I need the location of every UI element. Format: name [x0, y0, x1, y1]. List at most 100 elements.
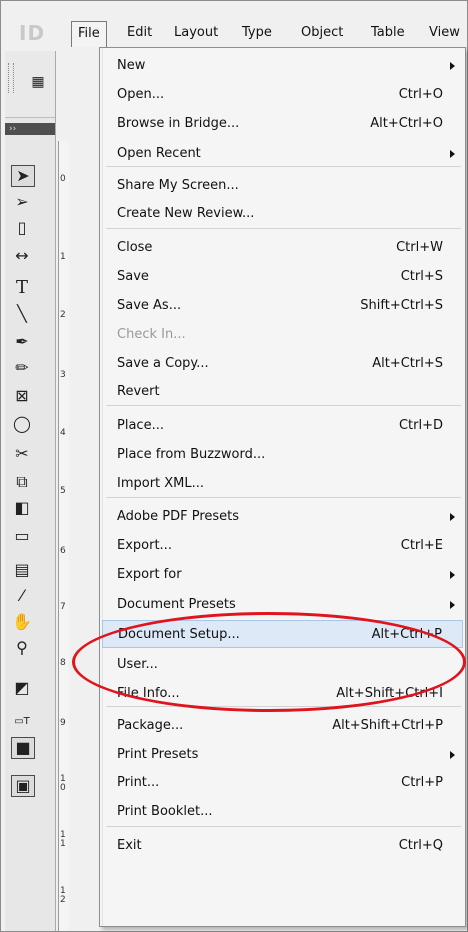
menu-item-label: Place from Buzzword...: [117, 447, 266, 462]
submenu-arrow-icon: [450, 571, 455, 579]
selection-tool-icon[interactable]: ➤: [11, 165, 35, 187]
menu-item-label: Save As...: [117, 298, 182, 313]
free-transform-tool-icon[interactable]: ⧉: [11, 471, 33, 493]
menu-item-import-xml[interactable]: Import XML...: [100, 470, 465, 498]
menu-item-label: Export for: [117, 567, 182, 582]
ruler-number: 2: [60, 310, 66, 320]
reference-point-icon[interactable]: ▦: [27, 71, 49, 93]
rectangle-frame-tool-icon[interactable]: ⊠: [11, 385, 33, 407]
menu-item-label: Close: [117, 240, 153, 255]
ruler-number: 4: [60, 428, 66, 438]
submenu-arrow-icon: [450, 62, 455, 70]
menu-item-open[interactable]: Open... Ctrl+O: [100, 81, 465, 109]
menu-item-label: Document Presets: [117, 597, 236, 612]
ellipse-tool-icon[interactable]: ◯: [11, 413, 33, 435]
menu-item-print-booklet[interactable]: Print Booklet...: [100, 798, 465, 826]
menu-layout[interactable]: Layout: [168, 21, 224, 45]
menu-item-label: New: [117, 58, 146, 73]
menu-view[interactable]: View: [423, 21, 466, 45]
ruler-number: 1: [60, 252, 66, 262]
menu-item-shortcut: Alt+Ctrl+O: [370, 116, 443, 131]
menu-item-export[interactable]: Export... Ctrl+E: [100, 532, 465, 560]
menu-item-label: Revert: [117, 384, 160, 399]
panel-collapse-bar[interactable]: ››: [5, 123, 55, 135]
menu-file[interactable]: File: [71, 21, 107, 47]
ruler-number: 1 1: [60, 830, 66, 849]
menu-item-shortcut: Ctrl+P: [401, 775, 443, 790]
formatting-container-icon[interactable]: ▭T: [11, 711, 33, 733]
menu-item-label: File Info...: [117, 686, 180, 701]
vertical-ruler: 0 1 2 3 4 5 6 7 8 9 1 0 1 1 1 2: [58, 141, 69, 931]
menu-item-label: Open...: [117, 87, 165, 102]
menu-item-print-presets[interactable]: Print Presets: [100, 741, 465, 769]
ruler-number: 3: [60, 370, 66, 380]
menu-item-label: Print Booklet...: [117, 804, 213, 819]
menu-item-exit[interactable]: Exit Ctrl+Q: [100, 832, 465, 860]
menu-item-document-presets[interactable]: Document Presets: [100, 591, 465, 619]
menu-item-revert[interactable]: Revert: [100, 378, 465, 406]
menu-item-close[interactable]: Close Ctrl+W: [100, 234, 465, 262]
ruler-number: 8: [60, 658, 66, 668]
line-tool-icon[interactable]: ╲: [11, 303, 33, 325]
indesign-logo: ID: [19, 21, 46, 45]
menu-item-shortcut: Shift+Ctrl+S: [360, 298, 443, 313]
menu-table[interactable]: Table: [365, 21, 411, 45]
menu-edit[interactable]: Edit: [121, 21, 158, 45]
screen-mode-icon[interactable]: ▣: [11, 775, 35, 797]
menu-item-create-new-review[interactable]: Create New Review...: [100, 200, 465, 228]
menu-item-label: Open Recent: [117, 146, 201, 161]
gap-tool-icon[interactable]: ↔: [11, 245, 33, 267]
menu-item-save-as[interactable]: Save As... Shift+Ctrl+S: [100, 292, 465, 320]
menu-item-shortcut: Ctrl+O: [398, 87, 443, 102]
pencil-tool-icon[interactable]: ✏: [11, 357, 33, 379]
menu-type[interactable]: Type: [236, 21, 278, 45]
submenu-arrow-icon: [450, 751, 455, 759]
menu-item-package[interactable]: Package... Alt+Shift+Ctrl+P: [100, 712, 465, 740]
panel-grip[interactable]: [8, 63, 14, 93]
menu-item-shortcut: Ctrl+W: [396, 240, 443, 255]
menu-item-user[interactable]: User...: [100, 651, 465, 679]
menu-item-label: Exit: [117, 838, 142, 853]
menu-item-share-my-screen[interactable]: Share My Screen...: [100, 172, 465, 200]
menu-item-shortcut: Alt+Ctrl+S: [372, 356, 443, 371]
ruler-number: 1 2: [60, 886, 66, 905]
menu-item-place-from-buzzword[interactable]: Place from Buzzword...: [100, 441, 465, 469]
menu-item-save[interactable]: Save Ctrl+S: [100, 263, 465, 291]
page-tool-icon[interactable]: ▯: [11, 217, 33, 239]
menu-item-save-a-copy[interactable]: Save a Copy... Alt+Ctrl+S: [100, 350, 465, 378]
ruler-number: 1 0: [60, 774, 66, 793]
menu-item-print[interactable]: Print... Ctrl+P: [100, 769, 465, 797]
type-tool-icon[interactable]: T: [11, 277, 33, 299]
gradient-swatch-tool-icon[interactable]: ◧: [11, 497, 33, 519]
menu-item-adobe-pdf-presets[interactable]: Adobe PDF Presets: [100, 503, 465, 531]
menu-item-label: Package...: [117, 718, 184, 733]
scissors-tool-icon[interactable]: ✂: [11, 443, 33, 465]
fill-stroke-icon[interactable]: ◩: [11, 677, 33, 699]
pen-tool-icon[interactable]: ✒: [11, 331, 33, 353]
menu-object[interactable]: Object: [295, 21, 349, 45]
menu-item-export-for[interactable]: Export for: [100, 561, 465, 589]
file-menu-dropdown: New Open... Ctrl+O Browse in Bridge... Alt+C…: [99, 47, 466, 927]
application-window: ID File Edit Layout Type Object Table Vi…: [0, 0, 468, 932]
hand-tool-icon[interactable]: ✋: [11, 611, 33, 633]
menu-item-label: Save a Copy...: [117, 356, 209, 371]
menu-item-place[interactable]: Place... Ctrl+D: [100, 412, 465, 440]
menu-item-label: Document Setup...: [118, 627, 240, 642]
menu-item-label: Print...: [117, 775, 160, 790]
menu-item-new[interactable]: New: [100, 52, 465, 80]
menu-item-open-recent[interactable]: Open Recent: [100, 140, 465, 168]
note-tool-icon[interactable]: ▤: [11, 559, 33, 581]
zoom-tool-icon[interactable]: ⚲: [11, 637, 33, 659]
gradient-feather-tool-icon[interactable]: ▭: [11, 525, 33, 547]
menu-item-browse-in-bridge[interactable]: Browse in Bridge... Alt+Ctrl+O: [100, 110, 465, 138]
direct-selection-tool-icon[interactable]: ➢: [11, 191, 33, 213]
menu-item-label: Share My Screen...: [117, 178, 239, 193]
menu-item-file-info[interactable]: File Info... Alt+Shift+Ctrl+I: [100, 680, 465, 708]
eyedropper-tool-icon[interactable]: ⁄: [11, 585, 33, 607]
menu-item-label: Create New Review...: [117, 206, 255, 221]
menu-separator: [106, 228, 461, 229]
menu-item-document-setup[interactable]: Document Setup... Alt+Ctrl+P: [102, 620, 463, 648]
normal-view-mode-icon[interactable]: ■: [11, 737, 35, 759]
menu-item-label: Check In...: [117, 327, 186, 342]
ruler-number: 5: [60, 486, 66, 496]
